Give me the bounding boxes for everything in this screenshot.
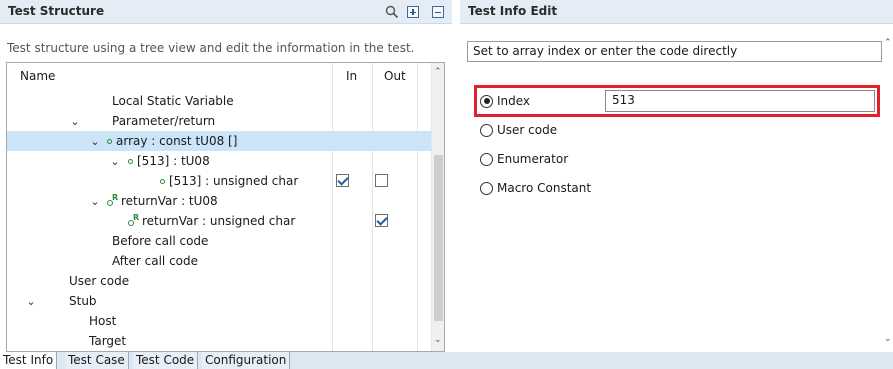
column-in[interactable]: In <box>346 69 357 83</box>
tree-row-target[interactable]: Target <box>7 331 432 351</box>
user-code-radio[interactable]: User code <box>480 123 557 137</box>
tree-row-label: User code <box>69 274 130 288</box>
tree-row-label: returnVar : tU08 <box>121 194 218 208</box>
tree-row-local-static[interactable]: Local Static Variable <box>7 91 432 111</box>
tree-header: Name In Out <box>7 63 432 89</box>
chevron-down-icon[interactable]: ⌄ <box>69 114 81 128</box>
column-name[interactable]: Name <box>20 69 55 83</box>
test-structure-description: Test structure using a tree view and edi… <box>7 41 415 55</box>
tree-row-label: Stub <box>69 294 97 308</box>
variable-icon <box>160 178 165 184</box>
tree-row-returnvar-unsigned-char[interactable]: R returnVar : unsigned char <box>7 211 432 231</box>
tree-row-label: Parameter/return <box>112 114 216 128</box>
option-label: Macro Constant <box>497 181 592 195</box>
chevron-down-icon[interactable]: ⌄ <box>89 134 101 148</box>
tree-row-513-tu08[interactable]: ⌄ [513] : tU08 <box>7 151 432 171</box>
chevron-down-icon[interactable]: ⌄ <box>109 154 121 168</box>
panel-title: Test Info Edit <box>468 4 558 18</box>
tree-row-label: [513] : tU08 <box>137 154 210 168</box>
return-variable-icon: R <box>107 193 118 207</box>
tree-row-parameter-return[interactable]: ⌄ Parameter/return <box>7 111 432 131</box>
tree-row-before-call[interactable]: Before call code <box>7 231 432 251</box>
tab-test-info[interactable]: Test Info <box>0 352 58 369</box>
tree-row-user-code[interactable]: User code <box>7 271 432 291</box>
radio-unselected[interactable] <box>480 152 493 166</box>
option-label: Index <box>497 94 531 108</box>
tab-test-code[interactable]: Test Code <box>133 352 199 369</box>
tree-row-stub[interactable]: ⌄ Stub <box>7 291 432 311</box>
tree-row-513-unsigned-char[interactable]: [513] : unsigned char <box>7 171 432 191</box>
variable-icon <box>128 158 133 164</box>
test-info-description: Set to array index or enter the code dir… <box>467 41 882 62</box>
tree-scrollbar[interactable]: ⌃ ⌄ <box>431 63 444 351</box>
tree-row-after-call[interactable]: After call code <box>7 251 432 271</box>
return-variable-icon: R <box>128 213 139 227</box>
scroll-up-icon[interactable]: ⌃ <box>884 38 892 48</box>
expand-all-icon[interactable] <box>405 4 421 20</box>
tree-row-label: Before call code <box>112 234 209 248</box>
scroll-up-icon[interactable]: ⌃ <box>434 67 442 77</box>
index-radio[interactable]: Index <box>480 94 530 108</box>
tree-row-label: After call code <box>112 254 199 268</box>
test-structure-panel: Test Structure Test structure using a tr… <box>0 0 452 352</box>
options-area: Index 513 User code Enumerator Macro Con… <box>466 79 881 351</box>
right-scrollbar[interactable]: ⌃ ⌄ <box>884 34 893 352</box>
tree-row-label: Target <box>89 334 127 348</box>
test-info-edit-header: Test Info Edit <box>460 0 893 24</box>
bottom-tab-bar: Test Info Test Case Test Code Configurat… <box>0 352 893 369</box>
option-label: User code <box>497 123 558 137</box>
scroll-down-icon[interactable]: ⌄ <box>884 334 892 344</box>
scrollbar-thumb[interactable] <box>434 155 443 321</box>
tree-row-label: Host <box>89 314 117 328</box>
collapse-all-icon[interactable] <box>430 4 446 20</box>
tab-configuration[interactable]: Configuration <box>202 352 291 369</box>
in-checkbox[interactable] <box>336 174 349 187</box>
radio-unselected[interactable] <box>480 181 493 195</box>
tree-row-label: array : const tU08 [] <box>116 134 238 148</box>
out-checkbox[interactable] <box>375 214 388 227</box>
tree-row-host[interactable]: Host <box>7 311 432 331</box>
variable-icon <box>107 138 112 144</box>
radio-selected[interactable] <box>480 94 493 108</box>
enumerator-radio[interactable]: Enumerator <box>480 152 568 166</box>
out-checkbox[interactable] <box>375 174 388 187</box>
chevron-down-icon[interactable]: ⌄ <box>89 194 101 208</box>
tree-row-returnvar-tu08[interactable]: ⌄ R returnVar : tU08 <box>7 191 432 211</box>
index-input[interactable]: 513 <box>605 90 875 112</box>
search-icon[interactable] <box>384 4 400 20</box>
macro-constant-radio[interactable]: Macro Constant <box>480 181 591 195</box>
tab-test-case[interactable]: Test Case <box>65 352 129 369</box>
tree-row-array[interactable]: ⌄ array : const tU08 [] <box>7 131 432 151</box>
tree-table: Name In Out Local Static Variable ⌄ Para… <box>6 62 445 352</box>
tree-row-label: Local Static Variable <box>112 94 234 108</box>
column-out[interactable]: Out <box>384 69 406 83</box>
radio-unselected[interactable] <box>480 123 493 137</box>
tree-row-label: returnVar : unsigned char <box>142 214 296 228</box>
chevron-down-icon[interactable]: ⌄ <box>25 294 37 308</box>
test-structure-header: Test Structure <box>0 0 452 24</box>
option-label: Enumerator <box>497 152 569 166</box>
panel-title: Test Structure <box>8 4 105 18</box>
scroll-down-icon[interactable]: ⌄ <box>434 335 442 345</box>
tree-row-label: [513] : unsigned char <box>169 174 299 188</box>
test-info-edit-panel: Test Info Edit Set to array index or ent… <box>460 0 893 352</box>
